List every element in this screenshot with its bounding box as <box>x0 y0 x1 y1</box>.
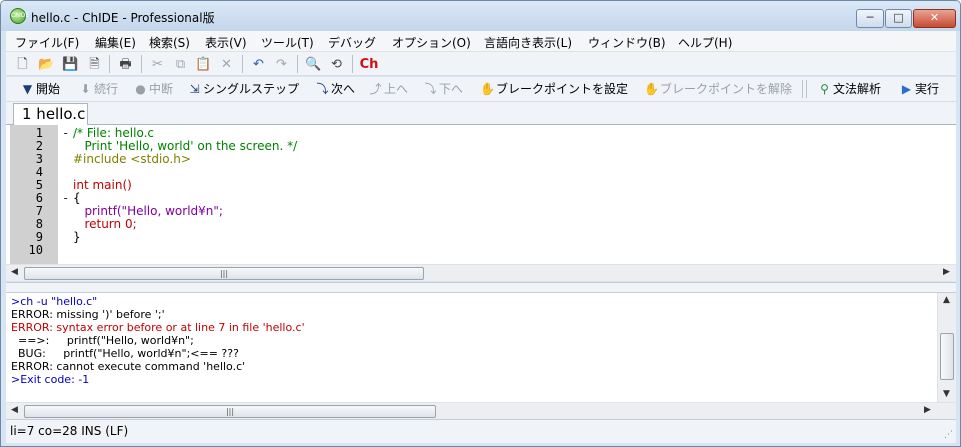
print-icon[interactable]: 🖶 <box>117 56 134 73</box>
output-line: >Exit code: -1 <box>11 373 90 386</box>
toolbar-separator <box>109 55 110 73</box>
find-icon[interactable]: 🔍 <box>305 56 322 73</box>
output-line: ==>: printf("Hello, world¥n"; <box>11 334 194 347</box>
toolbar-separator <box>806 80 807 98</box>
output-line: BUG: printf("Hello, world¥n";<== ??? <box>11 347 239 360</box>
next-icon: ⤵ <box>316 82 329 96</box>
line-number: 10 <box>28 243 43 257</box>
chide-app-icon[interactable]: ChIDE <box>10 8 29 24</box>
debug-next-button[interactable]: ⤵ 次へ <box>315 81 355 98</box>
toolbar-separator <box>352 55 353 73</box>
output-line: >ch -u "hello.c" <box>11 295 98 308</box>
delete-icon[interactable]: ✕ <box>218 56 235 73</box>
scroll-thumb[interactable]: ||| <box>24 267 424 280</box>
menu-view[interactable]: 表示(V) <box>205 34 247 51</box>
cursor-status: li=7 co=28 INS (LF) <box>10 424 129 438</box>
toolbar-separator <box>141 55 142 73</box>
debug-single-step-button[interactable]: ⇲ シングルステップ <box>187 81 299 98</box>
copy-icon[interactable]: ⧉ <box>172 56 189 73</box>
replace-icon[interactable]: ⟲ <box>328 56 345 73</box>
open-folder-icon[interactable]: 📂 <box>38 56 55 73</box>
toolbar-separator <box>297 55 298 73</box>
scroll-left-arrow-icon[interactable]: ◀ <box>11 405 18 415</box>
ch-shell-icon[interactable]: Ch <box>358 56 380 73</box>
menu-edit[interactable]: 編集(E) <box>95 34 136 51</box>
start-icon: ▼ <box>22 82 33 96</box>
save-icon[interactable]: 💾 <box>62 56 79 73</box>
output-line: ERROR: missing ')' before ';' <box>11 308 165 321</box>
scroll-thumb[interactable] <box>940 333 954 380</box>
debug-down-button[interactable]: ⤵ 下へ <box>423 81 463 98</box>
debug-start-button[interactable]: ▼ 開始 <box>20 81 60 98</box>
hand-icon: ✋ <box>480 82 495 96</box>
scroll-left-arrow-icon[interactable]: ◀ <box>11 267 18 277</box>
resize-grip-icon[interactable]: ⋰ <box>944 430 953 440</box>
output-horizontal-scrollbar[interactable]: ◀ ||| ▶ <box>6 402 956 419</box>
editor-horizontal-scrollbar[interactable]: ◀ ||| ▶ <box>6 264 956 281</box>
run-icon: ▶ <box>901 82 912 96</box>
file-tab-bar: 1 hello.c <box>6 102 956 125</box>
scroll-thumb[interactable]: ||| <box>24 405 436 418</box>
new-file-icon[interactable]: 🗋 <box>14 56 31 73</box>
redo-icon[interactable]: ↷ <box>273 56 290 73</box>
fold-marker[interactable]: - <box>62 127 69 140</box>
output-line: ERROR: cannot execute command 'hello.c' <box>11 360 246 373</box>
tab-hello-c[interactable]: 1 hello.c <box>13 103 88 125</box>
debug-continue-button[interactable]: ⬇ 続行 <box>78 81 118 98</box>
scroll-down-arrow-icon[interactable]: ▼ <box>943 389 950 399</box>
output-pane[interactable]: >ch -u "hello.c" ERROR: missing ')' befo… <box>6 293 937 402</box>
app-window: ChIDE hello.c - ChIDE - Professional版 ─ … <box>0 0 961 447</box>
code-editor[interactable]: 1 2 3 4 5 6 7 8 9 10 - - /* File: hello.… <box>6 125 956 264</box>
run-button[interactable]: ▶ 実行 <box>899 81 939 98</box>
debug-pause-button[interactable]: ● 中断 <box>133 81 173 98</box>
menu-debug[interactable]: デバッグ <box>328 34 376 51</box>
line-number-gutter: 1 2 3 4 5 6 7 8 9 10 <box>10 125 58 264</box>
set-breakpoint-button[interactable]: ✋ブレークポイントを設定 <box>480 81 628 98</box>
cut-icon[interactable]: ✂ <box>149 56 166 73</box>
scroll-right-arrow-icon[interactable]: ▶ <box>924 405 931 415</box>
menu-tools[interactable]: ツール(T) <box>261 34 314 51</box>
status-bar: li=7 co=28 INS (LF) ⋰ <box>6 419 956 443</box>
up-icon: ⤴ <box>369 82 382 96</box>
fold-marker[interactable]: - <box>62 192 69 205</box>
menu-help[interactable]: ヘルプ(H) <box>678 34 732 51</box>
debug-up-button[interactable]: ⤴ 上へ <box>368 81 408 98</box>
menu-search[interactable]: 検索(S) <box>149 34 190 51</box>
menu-bar: ファイル(F) 編集(E) 検索(S) 表示(V) ツール(T) デバッグ オプ… <box>6 31 956 52</box>
minimize-button[interactable]: ─ <box>856 9 884 28</box>
code-line-9: } <box>73 230 81 244</box>
close-file-icon[interactable]: 🗎 <box>86 56 103 73</box>
output-vertical-scrollbar[interactable]: ▲ ▼ <box>937 293 956 402</box>
scroll-up-arrow-icon[interactable]: ▲ <box>943 295 950 305</box>
title-bar[interactable]: ChIDE hello.c - ChIDE - Professional版 ─ … <box>1 1 960 31</box>
maximize-button[interactable]: □ <box>885 9 912 28</box>
main-toolbar: 🗋 📂 💾 🗎 🖶 ✂ ⧉ 📋 ✕ ↶ ↷ 🔍 ⟲ Ch <box>6 52 956 76</box>
toolbar-separator <box>242 55 243 73</box>
parse-icon: ⚲ <box>820 82 829 96</box>
menu-language-view[interactable]: 言語向き表示(L) <box>484 34 572 51</box>
scroll-right-arrow-icon[interactable]: ▶ <box>943 267 950 277</box>
single-step-icon: ⇲ <box>189 82 200 96</box>
code-line-5: int main() <box>73 178 132 192</box>
parse-button[interactable]: ⚲ 文法解析 <box>817 81 881 98</box>
pane-splitter[interactable] <box>6 282 956 293</box>
close-button[interactable]: ✕ <box>913 9 956 28</box>
code-line-8: return 0; <box>73 217 137 231</box>
hand-icon: ✋ <box>644 82 659 96</box>
debug-toolbar: ▼ 開始 ⬇ 続行 ● 中断 ⇲ シングルステップ ⤵ 次へ ⤴ 上へ ⤵ 下へ ✋ブレークポ… <box>6 77 956 102</box>
menu-file[interactable]: ファイル(F) <box>15 34 79 51</box>
down-icon: ⤵ <box>424 82 437 96</box>
paste-icon[interactable]: 📋 <box>195 56 212 73</box>
menu-window[interactable]: ウィンドウ(B) <box>588 34 666 51</box>
window-title: hello.c - ChIDE - Professional版 <box>31 11 215 25</box>
continue-icon: ⬇ <box>80 82 91 96</box>
menu-options[interactable]: オプション(O) <box>392 34 471 51</box>
output-line: ERROR: syntax error before or at line 7 … <box>11 321 305 334</box>
pause-icon: ● <box>135 82 146 96</box>
code-line-3: #include <stdio.h> <box>73 152 191 166</box>
toolbar-separator <box>802 80 803 98</box>
undo-icon[interactable]: ↶ <box>250 56 267 73</box>
clear-breakpoint-button[interactable]: ✋ブレークポイントを解除 <box>644 81 792 98</box>
